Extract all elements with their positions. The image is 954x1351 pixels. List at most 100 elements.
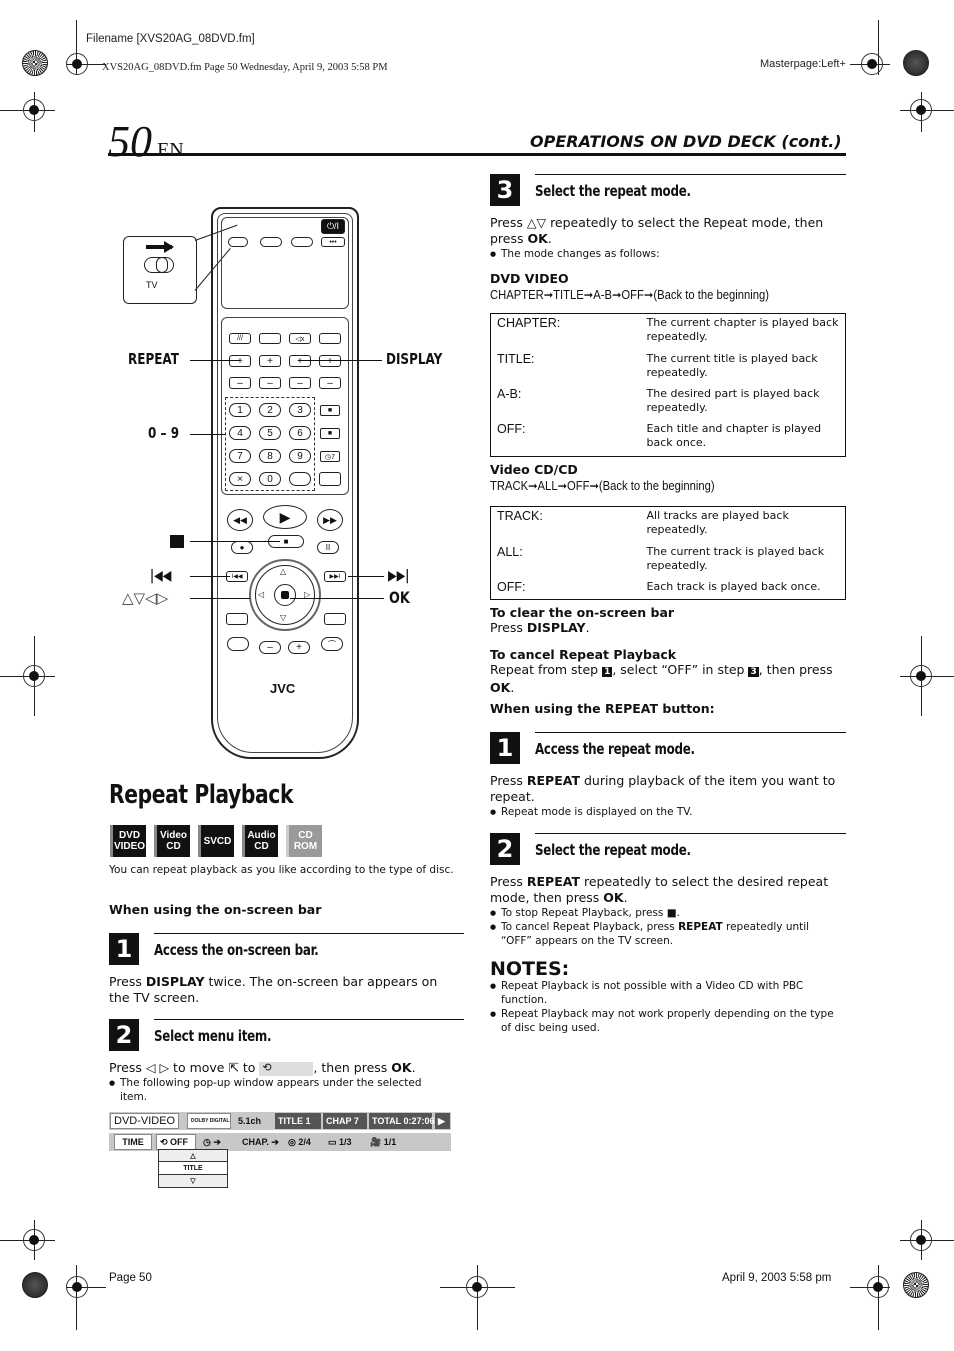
callout-digits: 0 – 9 xyxy=(148,424,180,442)
table-row: TITLE: The current title is played back r… xyxy=(497,351,818,379)
power-button: ⏻/I xyxy=(321,219,345,234)
osd-audio-item: ◎ 2/4 xyxy=(288,1136,311,1147)
footer-datetime: April 9, 2003 5:58 pm xyxy=(722,1272,832,1284)
next-button: ▶▶I xyxy=(324,571,346,582)
key-2: 2 xyxy=(259,403,281,417)
brand-logo: JVC xyxy=(270,681,296,696)
mode-button xyxy=(260,237,282,247)
svcd-icon: SVCD xyxy=(198,825,234,857)
repeat-button: + xyxy=(229,355,251,367)
header-rule xyxy=(108,153,846,156)
step-title: Select the repeat mode. xyxy=(535,182,691,200)
video-cd-sequence: TRACK➞ALL➞OFF➞(Back to the beginning) xyxy=(490,479,715,493)
osd-time-item: TIME xyxy=(114,1134,152,1150)
table-row: A-B: The desired part is played back repe… xyxy=(497,386,820,414)
osd-status-row: DVD-VIDEO DOLBY DIGITAL 5.1ch TITLE 1 CH… xyxy=(109,1112,451,1130)
step-number: 2 xyxy=(109,1019,139,1051)
table-row: OFF: Each title and chapter is played bac… xyxy=(497,422,822,450)
key-4: 4 xyxy=(229,426,251,440)
remote-button: ■ xyxy=(320,405,340,416)
remote-button: ◷7 xyxy=(320,451,340,462)
key-3: 3 xyxy=(289,403,311,417)
rewind-button: ◀◀ xyxy=(227,509,253,531)
step-number: 3 xyxy=(490,174,520,206)
step-number: 1 xyxy=(490,732,520,764)
tv-switch-inset: TV xyxy=(123,236,197,304)
remote-button: ⌒ xyxy=(321,637,343,651)
remote-button: ■ xyxy=(320,428,340,439)
remote-button xyxy=(226,613,248,625)
print-masterpage: Masterpage:Left+ xyxy=(760,58,846,70)
remote-body: ⏻/I ••• /// ◁x + + + + – – – – 1 2 3 4 5… xyxy=(211,207,359,759)
pause-button: II xyxy=(317,541,339,554)
dvd-video-heading: DVD VIDEO xyxy=(490,271,569,286)
display-button: + xyxy=(289,355,311,367)
remote-button xyxy=(289,472,311,486)
cancel-repeat-text: Repeat from step 1, select “OFF” in step… xyxy=(490,662,833,695)
step-bullets: The following pop-up window appears unde… xyxy=(109,1076,449,1104)
menu-dots-button: ••• xyxy=(321,237,345,247)
key-6: 6 xyxy=(289,426,311,440)
table-row: TRACK: All tracks are played back repeate… xyxy=(497,509,789,536)
callout-display: DISPLAY xyxy=(386,350,443,368)
plus-button: + xyxy=(259,355,281,367)
step-title: Select menu item. xyxy=(154,1027,272,1045)
minus-button: – xyxy=(229,377,251,389)
bullet-item: Repeat mode is displayed on the TV. xyxy=(490,805,840,819)
osd-audio-channels: 5.1ch xyxy=(238,1116,262,1126)
page-number-block: 50 EN xyxy=(108,120,184,164)
minus-button: – xyxy=(319,377,341,389)
repeat-step-2-text: Press REPEAT repeatedly to select the de… xyxy=(490,874,829,905)
bullet-item: To stop Repeat Playback, press ■. xyxy=(490,906,840,920)
popup-value: TITLE xyxy=(159,1162,227,1175)
callout-stop-icon xyxy=(170,535,184,548)
osd-disc-type: DVD-VIDEO xyxy=(110,1113,180,1129)
repeat-button-heading: When using the REPEAT button: xyxy=(490,701,715,716)
volume-up-button: + xyxy=(288,641,310,654)
audio-cd-icon: Audio CD xyxy=(242,825,278,857)
step-title: Select the repeat mode. xyxy=(535,841,691,859)
osd-timesearch-item: ◷ ➔ xyxy=(203,1136,221,1147)
remote-button xyxy=(324,613,346,625)
popup-up-arrow: △ xyxy=(159,1150,227,1162)
key-8: 8 xyxy=(259,449,281,463)
minus-button: – xyxy=(259,377,281,389)
key-cancel: × xyxy=(229,472,251,486)
bullet-item: The mode changes as follows: xyxy=(490,247,840,261)
note-item: Repeat Playback is not possible with a V… xyxy=(490,979,835,1007)
step-3-bullets: The mode changes as follows: xyxy=(490,247,840,261)
tv-label: TV xyxy=(146,280,158,290)
remote-button: ◁x xyxy=(289,333,311,344)
clear-bar-text: Press DISPLAY. xyxy=(490,620,590,635)
plus-button: + xyxy=(319,355,341,367)
section-title: OPERATIONS ON DVD DECK (cont.) xyxy=(530,132,842,151)
callout-next: ▶▶| xyxy=(388,568,410,584)
callout-arrows: △▽◁▷ xyxy=(122,589,169,607)
step-title: Access the repeat mode. xyxy=(535,740,695,758)
tv-switch xyxy=(228,237,248,247)
step-number: 1 xyxy=(109,933,139,965)
page-title: Repeat Playback xyxy=(109,780,294,810)
step-ref-badge: 3 xyxy=(748,667,759,677)
remote-button xyxy=(227,637,249,651)
osd-angle-item: 🎥 1/1 xyxy=(370,1136,397,1147)
key-7: 7 xyxy=(229,449,251,463)
remote-button xyxy=(319,333,341,344)
onscreen-bar-heading: When using the on-screen bar xyxy=(109,902,322,917)
volume-down-button: – xyxy=(259,641,281,654)
remote-button xyxy=(319,472,341,486)
dolby-logo-icon: DOLBY DIGITAL xyxy=(187,1113,231,1129)
dvd-video-icon: DVD VIDEO xyxy=(110,825,146,857)
cancel-repeat-heading: To cancel Repeat Playback xyxy=(490,647,677,662)
clear-bar-block: To clear the on-screen bar Press DISPLAY… xyxy=(490,605,846,636)
record-button: ● xyxy=(231,541,253,554)
table-row: ALL: The current track is played back rep… xyxy=(497,544,825,572)
minus-button: – xyxy=(289,377,311,389)
fastforward-button: ▶▶ xyxy=(317,509,343,531)
intro-text: You can repeat playback as you like acco… xyxy=(109,864,454,876)
note-item: Repeat Playback may not work properly de… xyxy=(490,1007,835,1035)
repeat-step-2-select-mode: 2 Select the repeat mode. xyxy=(490,833,846,865)
key-9: 9 xyxy=(289,449,311,463)
table-row: CHAPTER: The current chapter is played ba… xyxy=(497,316,839,343)
step-3-select-repeat-mode: 3 Select the repeat mode. xyxy=(490,174,846,206)
